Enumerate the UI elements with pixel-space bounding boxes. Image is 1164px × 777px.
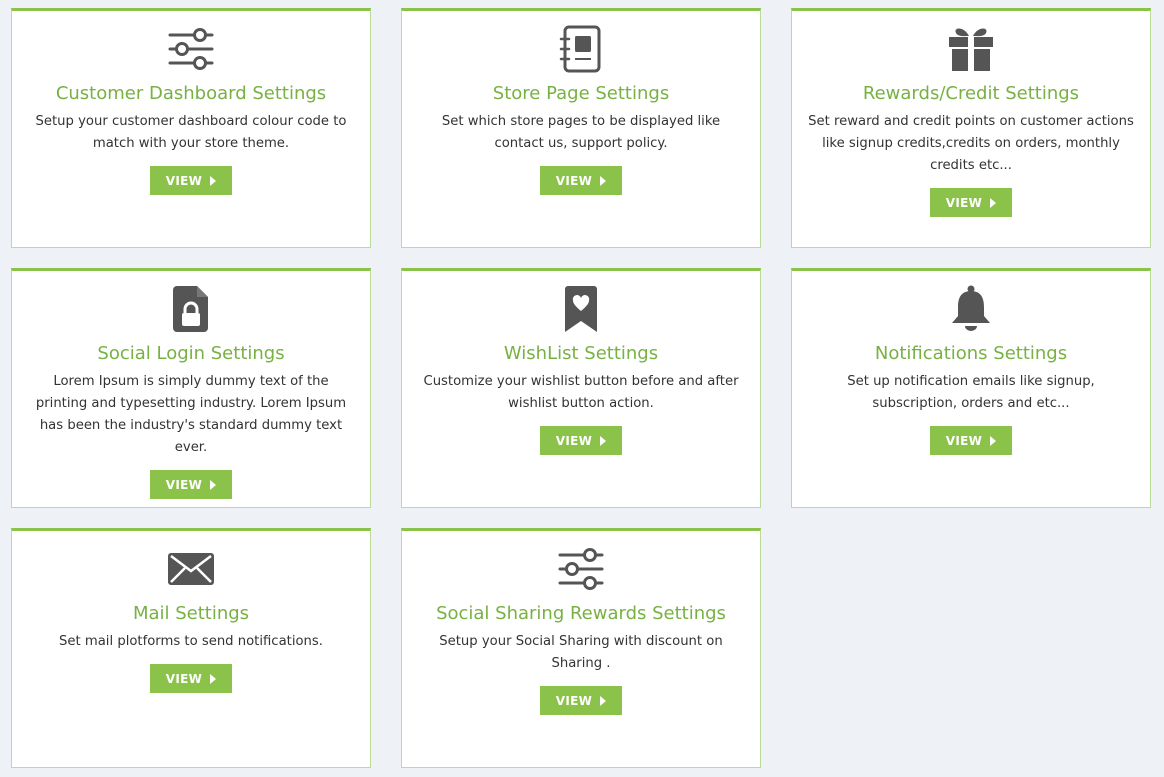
card-description: Lorem Ipsum is simply dummy text of the … bbox=[35, 374, 347, 455]
card-title: Customer Dashboard Settings bbox=[55, 83, 327, 104]
bookmark-heart-icon bbox=[556, 285, 606, 333]
view-button[interactable]: VIEW bbox=[150, 166, 232, 195]
sliders-icon bbox=[556, 545, 606, 593]
card-social-login-settings: Social Login Settings Lorem Ipsum is sim… bbox=[11, 268, 371, 508]
card-rewards-credit-settings: Rewards/Credit Settings Set reward and c… bbox=[791, 8, 1151, 248]
bell-icon bbox=[946, 285, 996, 333]
settings-grid: Customer Dashboard Settings Setup your c… bbox=[11, 8, 1151, 768]
view-button-label: VIEW bbox=[945, 433, 983, 448]
caret-right-icon bbox=[210, 175, 217, 186]
card-title: Social Login Settings bbox=[97, 343, 285, 364]
card-title: Notifications Settings bbox=[874, 343, 1068, 364]
card-title: Mail Settings bbox=[132, 603, 250, 624]
file-lock-icon bbox=[166, 285, 216, 333]
view-button-label: VIEW bbox=[555, 433, 593, 448]
caret-right-icon bbox=[210, 479, 217, 490]
notebook-icon bbox=[556, 25, 606, 73]
card-notifications-settings: Notifications Settings Set up notificati… bbox=[791, 268, 1151, 508]
card-mail-settings: Mail Settings Set mail plotforms to send… bbox=[11, 528, 371, 768]
view-button[interactable]: VIEW bbox=[540, 166, 622, 195]
view-button[interactable]: VIEW bbox=[540, 426, 622, 455]
gift-icon bbox=[946, 25, 996, 73]
card-description: Set up notification emails like signup, … bbox=[847, 374, 1095, 411]
view-button[interactable]: VIEW bbox=[540, 686, 622, 715]
card-title: Store Page Settings bbox=[492, 83, 670, 104]
card-social-sharing-rewards-settings: Social Sharing Rewards Settings Setup yo… bbox=[401, 528, 761, 768]
view-button[interactable]: VIEW bbox=[150, 664, 232, 693]
card-description: Setup your customer dashboard colour cod… bbox=[35, 114, 347, 151]
view-button-label: VIEW bbox=[555, 693, 593, 708]
view-button-label: VIEW bbox=[165, 477, 203, 492]
card-wishlist-settings: WishList Settings Customize your wishlis… bbox=[401, 268, 761, 508]
view-button[interactable]: VIEW bbox=[930, 188, 1012, 217]
caret-right-icon bbox=[990, 435, 997, 446]
card-description: Set which store pages to be displayed li… bbox=[441, 114, 721, 151]
view-button-label: VIEW bbox=[555, 173, 593, 188]
caret-right-icon bbox=[600, 435, 607, 446]
caret-right-icon bbox=[600, 695, 607, 706]
card-description: Setup your Social Sharing with discount … bbox=[439, 634, 723, 671]
view-button-label: VIEW bbox=[165, 671, 203, 686]
card-title: WishList Settings bbox=[503, 343, 659, 364]
card-description: Set reward and credit points on customer… bbox=[808, 114, 1134, 173]
view-button-label: VIEW bbox=[165, 173, 203, 188]
view-button[interactable]: VIEW bbox=[150, 470, 232, 499]
envelope-icon bbox=[166, 545, 216, 593]
view-button[interactable]: VIEW bbox=[930, 426, 1012, 455]
caret-right-icon bbox=[990, 197, 997, 208]
view-button-label: VIEW bbox=[945, 195, 983, 210]
sliders-icon bbox=[166, 25, 216, 73]
caret-right-icon bbox=[600, 175, 607, 186]
card-description: Customize your wishlist button before an… bbox=[423, 374, 739, 411]
card-description: Set mail plotforms to send notifications… bbox=[59, 634, 323, 649]
card-store-page-settings: Store Page Settings Set which store page… bbox=[401, 8, 761, 248]
card-title: Social Sharing Rewards Settings bbox=[436, 603, 726, 624]
card-title: Rewards/Credit Settings bbox=[862, 83, 1080, 104]
caret-right-icon bbox=[210, 673, 217, 684]
card-customer-dashboard-settings: Customer Dashboard Settings Setup your c… bbox=[11, 8, 371, 248]
